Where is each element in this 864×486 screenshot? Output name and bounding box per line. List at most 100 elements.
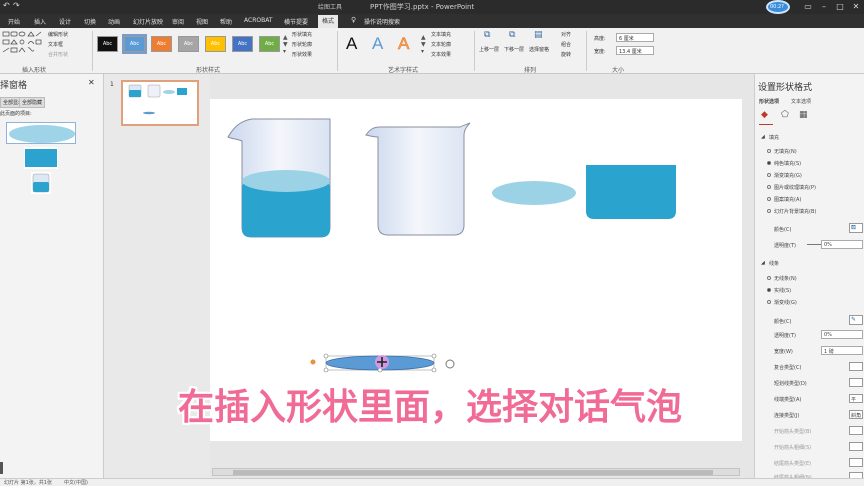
pane-scrollbar[interactable] [0,462,3,474]
width-input[interactable]: 13.4 厘米 [616,46,654,55]
fill-header[interactable]: 填充 [769,134,779,141]
fill-option-1[interactable]: 纯色填充(S) [774,160,801,167]
slide-thumbnail-1[interactable] [121,80,199,126]
line-header[interactable]: 线条 [769,260,779,267]
hide-all-button[interactable]: 全部隐藏 [19,97,46,108]
join-type-dropdown[interactable]: 斜角 [849,410,863,419]
fill-option-radio-5[interactable] [767,209,771,213]
fill-option-radio-0[interactable] [767,149,771,153]
shape-outline-button[interactable]: 形状轮廓 [292,41,312,48]
group-button[interactable]: 组合 [561,41,571,48]
begin-arrow-size-dropdown[interactable] [849,442,863,451]
empty-beaker[interactable] [365,122,471,236]
tab-format[interactable]: 格式 [318,15,339,28]
tab-acrobat[interactable]: ACROBAT [240,16,277,25]
fill-option-4[interactable]: 图案填充(A) [774,196,801,203]
fill-collapse-icon[interactable]: ◢ [761,134,765,140]
align-button[interactable]: 对齐 [561,31,571,38]
cap-type-dropdown[interactable]: 平 [849,394,863,403]
pane-item-ellipse[interactable] [6,122,76,144]
text-box-button[interactable]: 文本框 [48,41,63,48]
style-swatch-green[interactable]: Abc [259,36,280,52]
shapes-gallery[interactable] [2,31,42,57]
line-width-input[interactable]: 1 磅 [821,346,863,355]
fill-transparency-input[interactable]: 0% [821,240,863,249]
pane-item-beaker[interactable] [31,172,51,194]
tab-animations[interactable]: 动画 [104,16,124,27]
send-backward-button[interactable]: 下移一层 [504,46,524,53]
horizontal-scrollbar[interactable] [212,468,740,476]
fill-option-3[interactable]: 图片或纹理填充(P) [774,184,816,191]
tab-design[interactable]: 设计 [55,16,75,27]
text-fill-button[interactable]: 文本填充 [431,31,451,38]
slide[interactable]: 在插入形状里面，选择对话气泡 [178,99,742,441]
line-option-radio-2[interactable] [767,300,771,304]
bring-forward-button[interactable]: 上移一层 [479,46,499,53]
compound-type-dropdown[interactable] [849,362,863,371]
fill-option-radio-1[interactable] [767,161,771,165]
tell-me-search[interactable]: 操作说明搜索 [360,16,404,27]
style-swatch-orange[interactable]: Abc [151,36,172,52]
close-button[interactable]: ✕ [848,1,864,13]
tab-shape-options[interactable]: 形状选项 [759,98,779,105]
tab-insert[interactable]: 插入 [30,16,50,27]
tab-help[interactable]: 帮助 [216,16,236,27]
fill-option-radio-4[interactable] [767,197,771,201]
fill-option-radio-2[interactable] [767,173,771,177]
fill-option-0[interactable]: 无填充(N) [774,148,797,155]
line-option-0[interactable]: 无线条(N) [774,275,797,282]
merge-shapes-button[interactable]: 合并形状 [48,51,68,58]
tab-outline[interactable]: 横节提要 [280,16,312,27]
text-effects-button[interactable]: 文本效果 [431,51,451,58]
ribbon-display-icon[interactable]: ▭ [800,1,816,13]
tab-transitions[interactable]: 切换 [80,16,100,27]
style-swatch-darkblue[interactable]: Abc [232,36,253,52]
beaker-with-water[interactable] [227,118,331,238]
begin-arrow-type-dropdown[interactable] [849,426,863,435]
water-surface-ellipse[interactable] [492,181,576,205]
height-input[interactable]: 6 厘米 [616,33,654,42]
rotate-button[interactable]: 旋转 [561,51,571,58]
style-swatch-gray[interactable]: Abc [178,36,199,52]
wordart-scroll-icon[interactable]: ▲ ▼ ▾ [421,34,426,55]
maximize-button[interactable]: □ [832,1,848,13]
shape-effects-button[interactable]: 形状效果 [292,51,312,58]
line-option-radio-0[interactable] [767,276,771,280]
fill-transparency-slider[interactable] [807,244,821,245]
line-transparency-input[interactable]: 0% [821,330,863,339]
line-color-picker[interactable]: ✎ [849,315,863,325]
text-outline-button[interactable]: 文本轮廓 [431,41,451,48]
dash-type-dropdown[interactable] [849,378,863,387]
scrollbar-thumb[interactable] [233,470,713,475]
fill-color-picker[interactable]: ⛾ [849,223,863,233]
pane-item-rect[interactable] [24,147,58,169]
minimize-button[interactable]: – [816,1,832,13]
style-swatch-blue[interactable]: Abc [122,34,147,54]
line-option-1[interactable]: 实线(S) [774,287,791,294]
wordart-blue[interactable]: A [372,34,383,54]
wordart-black[interactable]: A [346,34,357,54]
gallery-scroll-icon[interactable]: ▲ ▼ ▾ [283,34,288,55]
undo-icon[interactable]: ↶ [3,1,10,10]
end-arrow-type-dropdown[interactable] [849,458,863,467]
line-collapse-icon[interactable]: ◢ [761,260,765,266]
pane-close-icon[interactable]: ✕ [88,78,95,87]
water-body-shape[interactable] [586,165,676,219]
style-swatch-gold[interactable]: Abc [205,36,226,52]
redo-icon[interactable]: ↷ [13,1,20,10]
shape-fill-button[interactable]: 形状填充 [292,31,312,38]
tab-text-options[interactable]: 文本选项 [791,98,811,105]
fill-option-5[interactable]: 幻灯片背景填充(B) [774,208,816,215]
tab-view[interactable]: 视图 [192,16,212,27]
wordart-orange[interactable]: A [398,34,410,54]
effects-icon[interactable]: ⬠ [781,110,789,120]
edit-shape-button[interactable]: 编辑形状 [48,31,68,38]
fill-option-radio-3[interactable] [767,185,771,189]
fill-line-icon[interactable]: ◆ [761,110,768,120]
tab-slideshow[interactable]: 幻灯片放映 [129,16,167,27]
line-option-2[interactable]: 渐变线(G) [774,299,797,306]
tab-review[interactable]: 审阅 [168,16,188,27]
selected-ellipse[interactable] [310,353,455,373]
tab-home[interactable]: 开始 [4,16,24,27]
fill-option-2[interactable]: 渐变填充(G) [774,172,802,179]
